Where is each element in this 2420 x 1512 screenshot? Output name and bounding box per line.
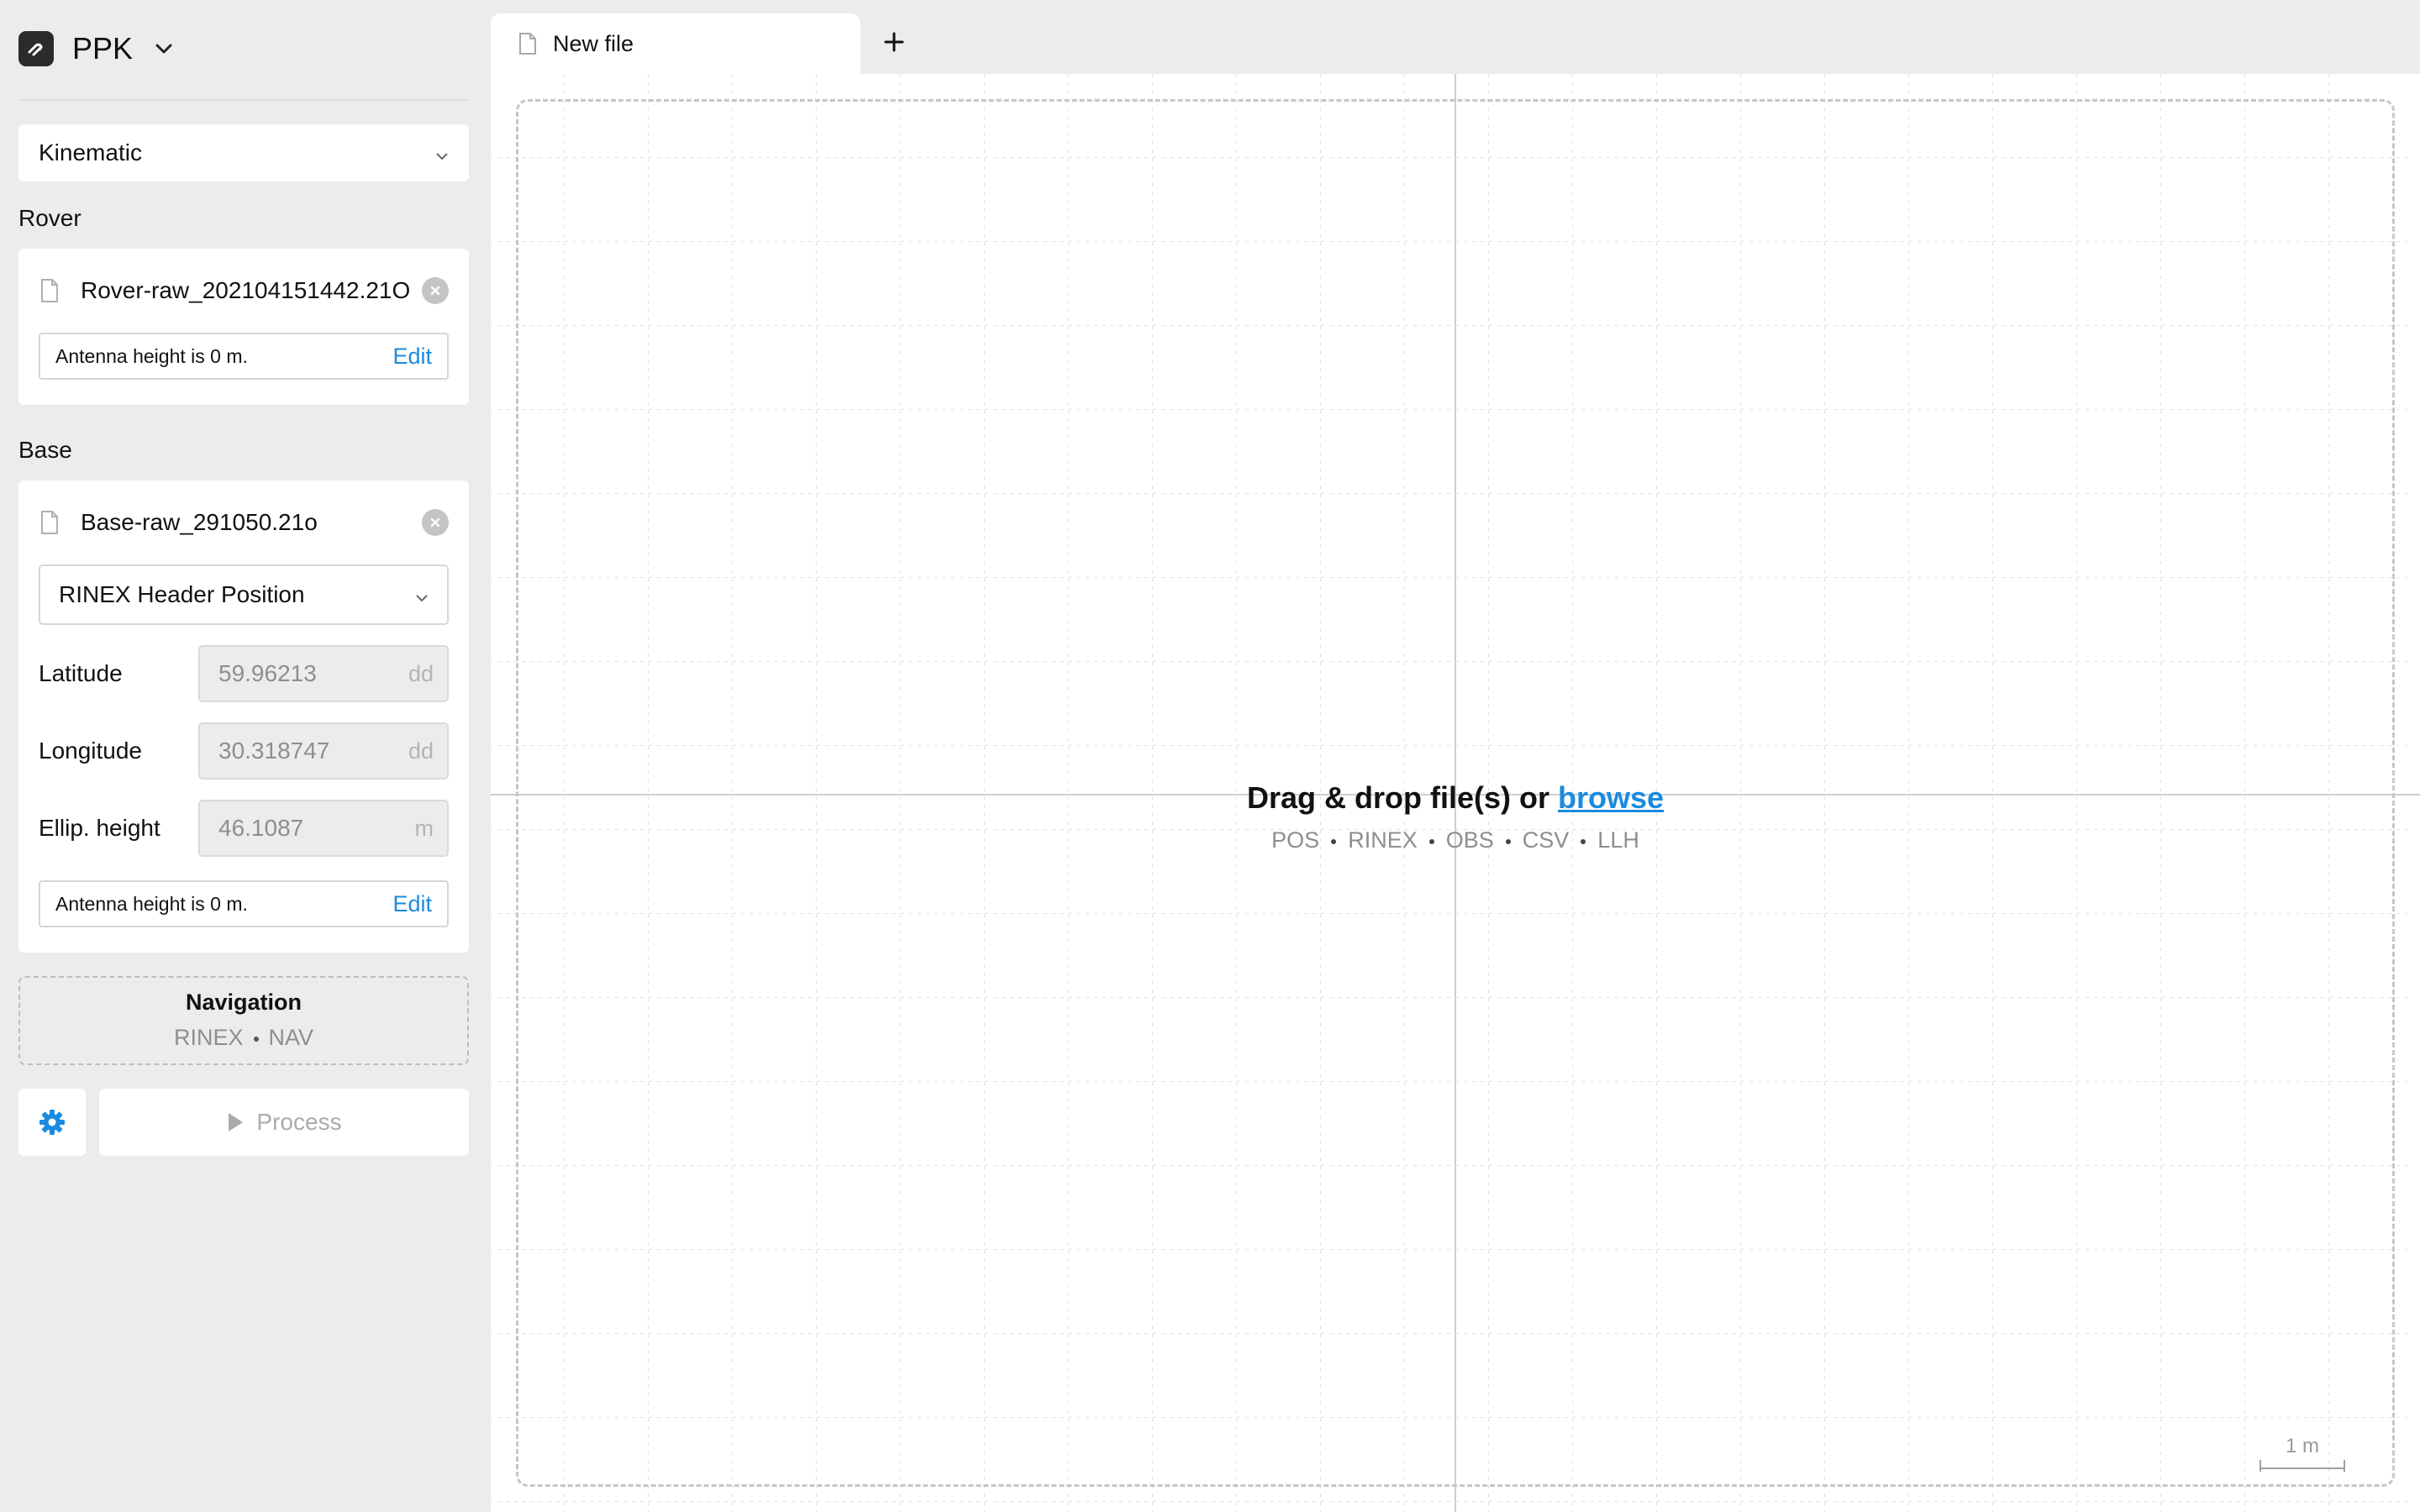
base-card: Base-raw_291050.21o RINEX Header Positio… — [18, 480, 469, 953]
format-label: POS — [1271, 827, 1320, 853]
map-canvas[interactable]: Drag & drop file(s) or browse POS RINEX OB… — [491, 74, 2420, 1512]
close-icon — [430, 517, 440, 528]
base-section-label: Base — [18, 437, 72, 463]
header-divider — [18, 99, 469, 101]
chevron-down-icon — [415, 581, 429, 608]
format-label: LLH — [1597, 827, 1639, 853]
app-title: PPK — [72, 31, 134, 66]
latitude-value: 59.96213 — [218, 660, 317, 686]
ellip-height-unit: m — [414, 815, 434, 841]
tab-label: New file — [553, 30, 634, 56]
app-switcher[interactable]: PPK — [18, 27, 173, 71]
rover-antenna-edit-link[interactable]: Edit — [392, 344, 432, 370]
navigation-title: Navigation — [185, 990, 302, 1015]
processing-mode-select[interactable]: Kinematic — [18, 124, 469, 181]
plus-icon — [884, 32, 904, 52]
browse-link[interactable]: browse — [1558, 780, 1664, 815]
longitude-row: Longitude 30.318747 dd — [39, 722, 449, 780]
supported-formats: POS RINEX OBS CSV LLH — [518, 827, 2392, 853]
base-file-name: Base-raw_291050.21o — [81, 509, 318, 535]
drop-prompt-text: Drag & drop file(s) or — [1246, 780, 1558, 815]
ellip-height-row: Ellip. height 46.1087 m — [39, 800, 449, 857]
chevron-down-icon — [435, 139, 449, 166]
separator-dot — [1505, 838, 1511, 844]
base-antenna-edit-link[interactable]: Edit — [392, 891, 432, 917]
rover-card: Rover-raw_202104151442.21O Antenna heigh… — [18, 249, 469, 405]
format-label: CSV — [1522, 827, 1570, 853]
drop-prompt: Drag & drop file(s) or browse — [518, 780, 2392, 816]
base-antenna-height: Antenna height is 0 m. Edit — [39, 880, 449, 927]
navigation-format: RINEX — [173, 1025, 244, 1050]
latitude-label: Latitude — [39, 660, 123, 686]
base-file-row: Base-raw_291050.21o — [39, 506, 449, 539]
file-icon — [39, 278, 60, 303]
scale-bar: 1 m — [2259, 1435, 2346, 1477]
latitude-row: Latitude 59.96213 dd — [39, 645, 449, 702]
separator-dot — [1331, 838, 1337, 844]
process-button[interactable]: Process — [99, 1089, 469, 1156]
longitude-input[interactable]: 30.318747 dd — [198, 722, 449, 780]
settings-button[interactable] — [18, 1089, 86, 1156]
latitude-unit: dd — [408, 660, 434, 686]
rover-section-label: Rover — [18, 205, 82, 231]
file-drop-zone[interactable]: Drag & drop file(s) or browse POS RINEX OB… — [516, 99, 2395, 1487]
separator-dot — [1581, 838, 1586, 844]
longitude-label: Longitude — [39, 738, 143, 764]
chevron-down-icon[interactable] — [155, 43, 173, 55]
scale-ruler-icon — [2260, 1460, 2345, 1472]
base-file-remove-button[interactable] — [422, 509, 449, 536]
add-tab-button[interactable] — [877, 25, 911, 59]
processing-mode-value: Kinematic — [39, 139, 142, 165]
navigation-format: NAV — [268, 1025, 314, 1050]
rover-file-remove-button[interactable] — [422, 277, 449, 304]
file-icon — [518, 32, 538, 55]
file-icon — [39, 510, 60, 535]
tab-new-file[interactable]: New file — [491, 13, 860, 74]
base-position-source-value: RINEX Header Position — [59, 581, 305, 607]
latitude-input[interactable]: 59.96213 dd — [198, 645, 449, 702]
rover-file-name: Rover-raw_202104151442.21O — [81, 277, 411, 303]
close-icon — [430, 286, 440, 296]
rover-antenna-text: Antenna height is 0 m. — [55, 344, 248, 367]
navigation-drop-zone[interactable]: Navigation RINEX NAV — [18, 976, 469, 1065]
play-icon — [229, 1113, 244, 1131]
base-position-source-select[interactable]: RINEX Header Position — [39, 564, 449, 625]
ellip-height-label: Ellip. height — [39, 815, 160, 841]
separator-dot — [1428, 838, 1434, 844]
process-label: Process — [256, 1109, 342, 1135]
base-antenna-text: Antenna height is 0 m. — [55, 892, 248, 915]
sidebar: PPK Kinematic Rover Rover-raw_2021041514… — [0, 0, 491, 1512]
ellip-height-input[interactable]: 46.1087 m — [198, 800, 449, 857]
format-label: OBS — [1445, 827, 1494, 853]
format-label: RINEX — [1348, 827, 1418, 853]
separator-dot — [253, 1036, 259, 1042]
app-logo-icon — [18, 31, 54, 66]
navigation-formats: RINEX NAV — [20, 1025, 467, 1051]
gear-icon — [39, 1110, 65, 1135]
rover-antenna-height: Antenna height is 0 m. Edit — [39, 333, 449, 380]
rover-file-row: Rover-raw_202104151442.21O — [39, 274, 449, 307]
longitude-unit: dd — [408, 738, 434, 764]
ellip-height-value: 46.1087 — [218, 815, 304, 841]
longitude-value: 30.318747 — [218, 738, 330, 764]
